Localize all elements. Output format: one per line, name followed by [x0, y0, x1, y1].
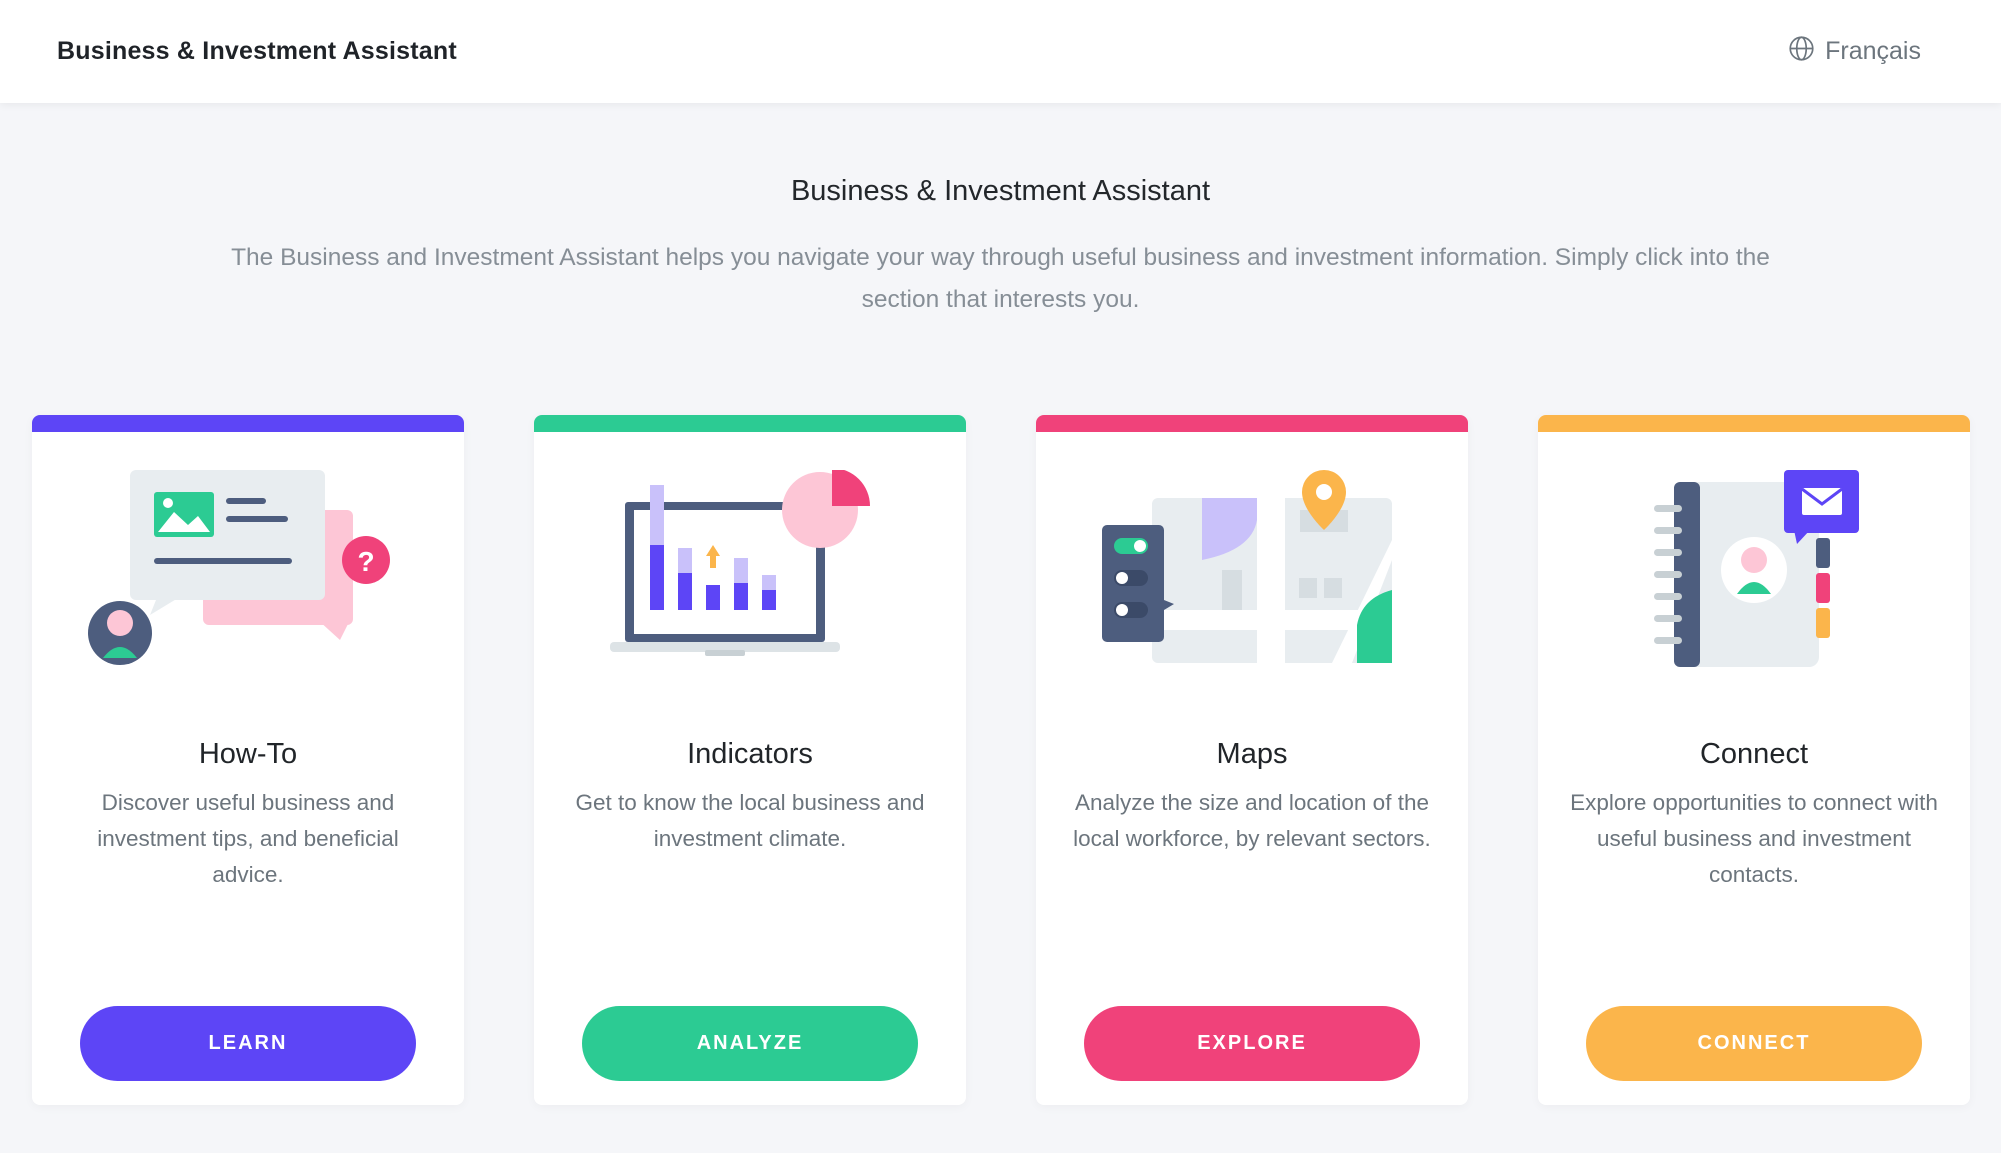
- language-label: Français: [1825, 37, 1921, 65]
- card-description: Explore opportunities to connect with us…: [1570, 790, 1938, 887]
- card-maps: Maps Analyze the size and location of th…: [1036, 415, 1468, 1105]
- top-navbar: Business & Investment Assistant Français: [0, 0, 2001, 103]
- chart-laptop-illustration: [534, 470, 966, 670]
- svg-text:?: ?: [357, 546, 374, 577]
- contact-book-illustration: [1538, 470, 1970, 670]
- card-connect: Connect Explore opportunities to connect…: [1538, 415, 1970, 1105]
- app-title[interactable]: Business & Investment Assistant: [57, 37, 457, 66]
- intro-section: Business & Investment Assistant The Busi…: [0, 175, 2001, 321]
- explore-button[interactable]: EXPLORE: [1084, 1006, 1420, 1081]
- help-chat-illustration: ?: [32, 470, 464, 670]
- card-title: Connect: [1699, 738, 1808, 770]
- card-description: Discover useful business and investment …: [97, 790, 399, 887]
- card-accent-stripe: [32, 415, 464, 432]
- card-indicators: Indicators Get to know the local busines…: [534, 415, 966, 1105]
- card-title: Indicators: [687, 738, 813, 770]
- map-pin-illustration: [1036, 470, 1468, 670]
- page-title: Business & Investment Assistant: [790, 175, 1211, 207]
- language-switch[interactable]: Français: [1788, 35, 1921, 69]
- card-description: Get to know the local business and inves…: [575, 790, 925, 851]
- card-accent-stripe: [1538, 415, 1970, 432]
- page-description: The Business and Investment Assistant he…: [231, 244, 1770, 313]
- card-how-to: ? How-To Discover useful business and in…: [32, 415, 464, 1105]
- card-title: How-To: [198, 738, 298, 770]
- globe-icon: [1788, 35, 1815, 69]
- card-accent-stripe: [1036, 415, 1468, 432]
- card-title: Maps: [1216, 738, 1288, 770]
- analyze-button[interactable]: ANALYZE: [582, 1006, 918, 1081]
- learn-button[interactable]: LEARN: [80, 1006, 416, 1081]
- card-grid: ? How-To Discover useful business and in…: [32, 415, 1970, 1105]
- card-accent-stripe: [534, 415, 966, 432]
- connect-button[interactable]: CONNECT: [1586, 1006, 1922, 1081]
- card-description: Analyze the size and location of the loc…: [1073, 790, 1431, 851]
